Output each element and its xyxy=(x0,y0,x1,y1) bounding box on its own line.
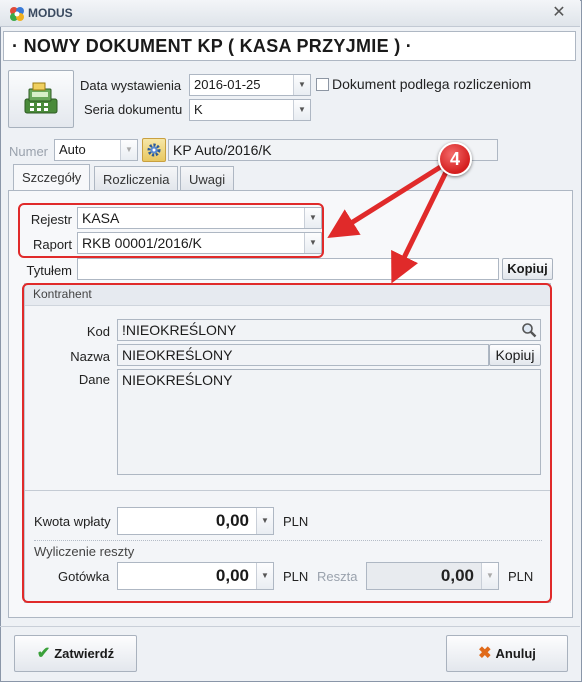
annotation-frame-contractor xyxy=(22,283,552,603)
confirm-label: Zatwierdź xyxy=(54,646,115,661)
title-copy-button[interactable]: Kopiuj xyxy=(502,258,553,280)
issue-date-field[interactable]: 2016-01-25 ▼ xyxy=(189,74,311,96)
tab-notes[interactable]: Uwagi xyxy=(180,166,235,191)
footer-divider xyxy=(0,626,580,627)
number-mode-select[interactable]: Auto ▼ xyxy=(54,139,138,161)
chevron-down-icon[interactable]: ▼ xyxy=(293,75,310,95)
cancel-label: Anuluj xyxy=(495,646,536,661)
tab-details[interactable]: Szczegóły xyxy=(13,164,91,191)
annotation-badge: 4 xyxy=(438,142,472,176)
confirm-button[interactable]: ✔ Zatwierdź xyxy=(14,635,137,672)
title-input[interactable] xyxy=(77,258,499,280)
tab-settlements[interactable]: Rozliczenia xyxy=(94,166,179,191)
cancel-button[interactable]: ✖ Anuluj xyxy=(446,635,568,672)
number-mode-value: Auto xyxy=(59,142,86,157)
number-label: Numer xyxy=(9,144,49,159)
chevron-down-icon[interactable]: ▼ xyxy=(120,140,137,160)
close-button[interactable]: ✕ xyxy=(549,4,569,22)
series-select[interactable]: K ▼ xyxy=(189,99,311,121)
issue-date-value: 2016-01-25 xyxy=(194,77,261,92)
settlement-checkbox[interactable] xyxy=(316,78,329,91)
cash-register-icon xyxy=(24,82,58,114)
gear-icon xyxy=(147,143,161,157)
cash-register-button[interactable] xyxy=(8,70,74,128)
annotation-frame-register xyxy=(18,203,324,258)
cancel-x-icon: ✖ xyxy=(478,645,492,662)
app-title: MODUS xyxy=(28,6,73,20)
series-label: Seria dokumentu xyxy=(84,102,183,117)
number-settings-button[interactable] xyxy=(142,138,166,162)
check-icon: ✔ xyxy=(36,645,51,662)
chevron-down-icon[interactable]: ▼ xyxy=(293,100,310,120)
issue-date-label: Data wystawienia xyxy=(80,78,182,93)
settlement-checkbox-label: Dokument podlega rozliczeniom xyxy=(332,76,532,92)
series-value: K xyxy=(194,102,203,117)
document-header: · NOWY DOKUMENT KP ( KASA PRZYJMIE ) · xyxy=(3,31,576,61)
title-bar xyxy=(0,0,580,27)
title-label: Tytułem xyxy=(26,263,72,278)
modus-logo-icon xyxy=(8,5,26,23)
